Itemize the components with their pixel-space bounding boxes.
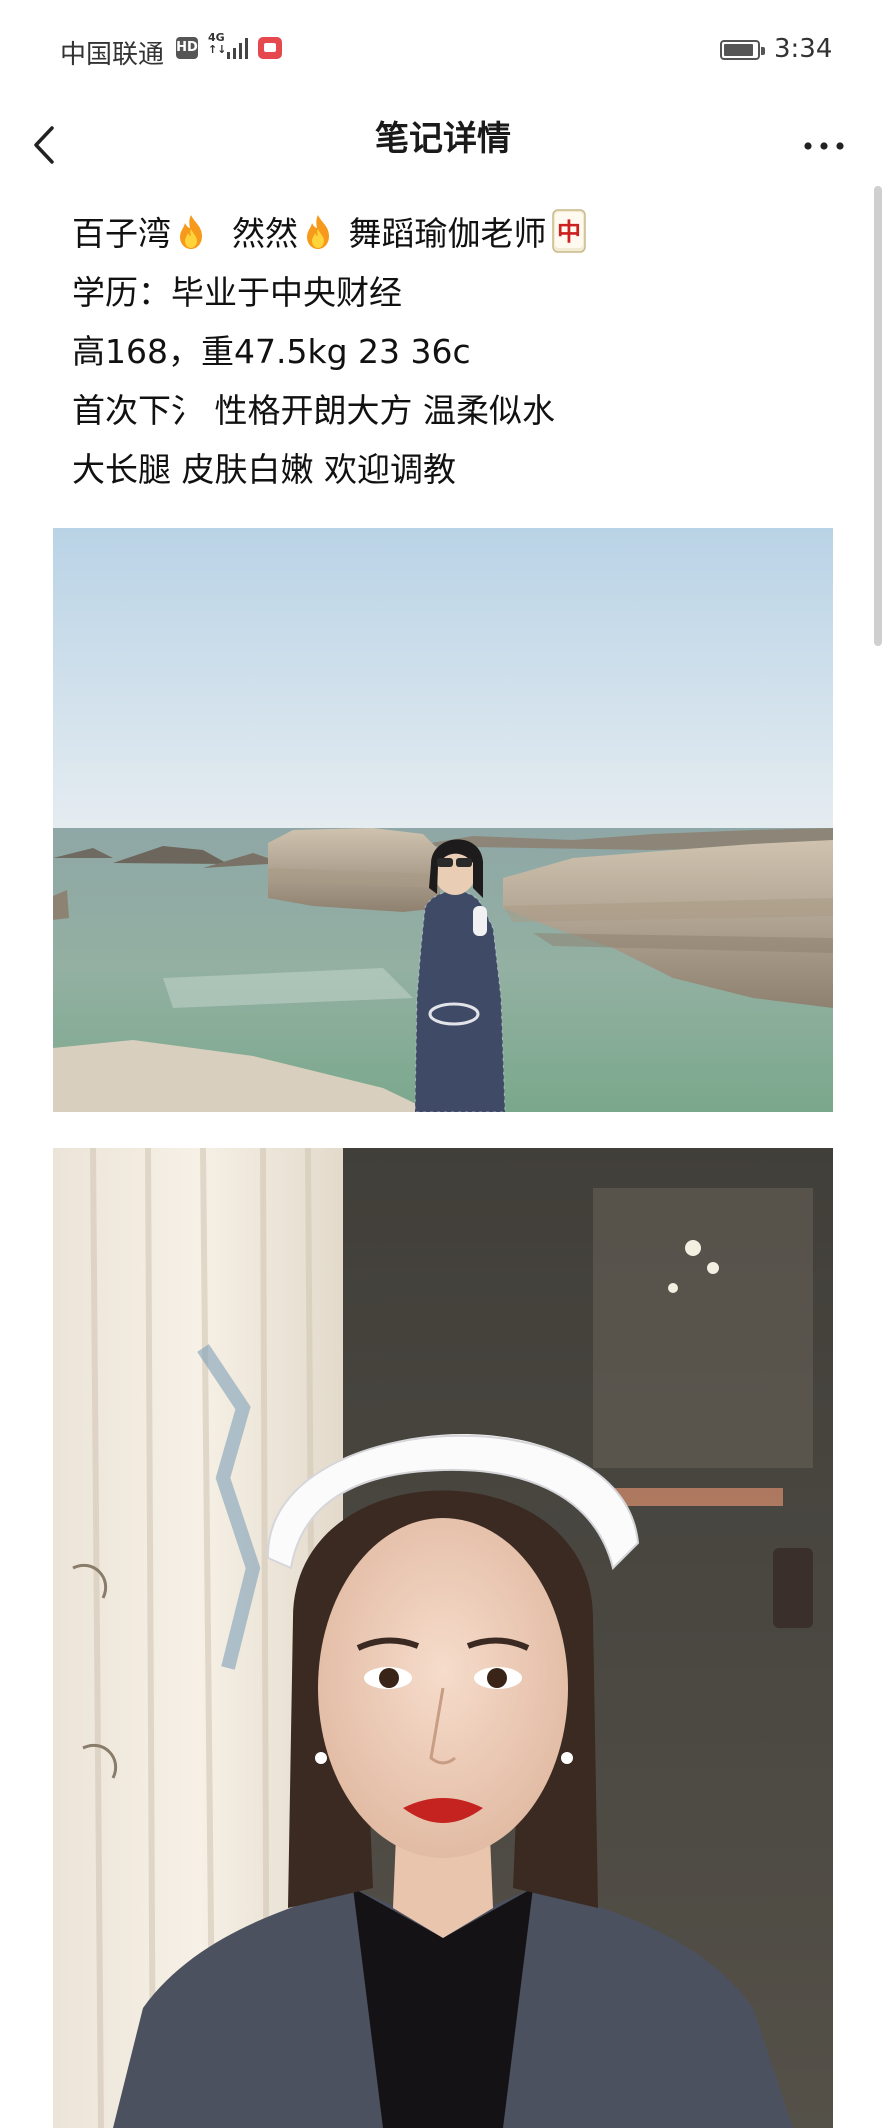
status-bar: 中国联通 HD 4G ↑↓ 3:34 xyxy=(0,0,886,100)
fire-icon xyxy=(180,215,202,249)
nav-bar: 笔记详情 xyxy=(0,100,886,190)
note-line-5: 大长腿 皮肤白嫩 欢迎调教 xyxy=(72,450,456,489)
svg-text:中: 中 xyxy=(557,218,581,246)
note-line-1: 百子湾 然然 舞蹈瑜伽老师 中 xyxy=(72,204,852,263)
notification-icon xyxy=(258,37,282,59)
note-text: 百子湾 然然 舞蹈瑜伽老师 中 学历：毕业于中央财经 高168，重47.5kg … xyxy=(72,204,852,499)
signal-icon xyxy=(227,38,248,59)
note-line-3: 高168，重47.5kg 23 36c xyxy=(72,332,471,371)
page-title: 笔记详情 xyxy=(375,119,511,159)
location-text: 百子湾 xyxy=(72,214,171,253)
scrollbar[interactable] xyxy=(874,186,882,646)
more-options-icon[interactable] xyxy=(800,126,848,166)
network-type-icon: 4G ↑↓ xyxy=(208,31,227,56)
portrait-photo[interactable] xyxy=(53,1148,833,2128)
seaside-photo[interactable] xyxy=(53,528,833,1112)
fire-icon xyxy=(306,215,329,249)
note-line-2: 学历：毕业于中央财经 xyxy=(72,273,402,312)
profession-text: 舞蹈瑜伽老师 xyxy=(348,214,547,253)
battery-icon xyxy=(720,40,765,60)
hd-icon: HD xyxy=(176,37,198,59)
clock: 3:34 xyxy=(774,34,833,64)
note-line-4: 首次下氵 性格开朗大方 温柔似水 xyxy=(72,391,555,430)
mahjong-tile-icon: 中 xyxy=(552,209,587,253)
carrier-name: 中国联通 xyxy=(60,40,165,70)
name-text: 然然 xyxy=(231,214,298,253)
